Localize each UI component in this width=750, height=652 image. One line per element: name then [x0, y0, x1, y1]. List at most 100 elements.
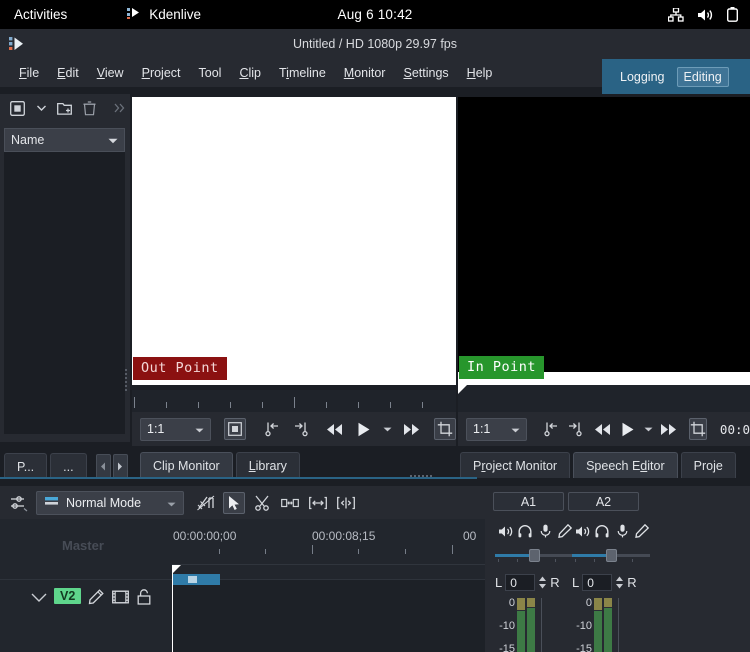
mixer-channel-a2-button[interactable]: A2: [568, 492, 639, 511]
razor-tool-icon[interactable]: [251, 492, 273, 514]
clip-monitor-zoom-select[interactable]: 1:1: [140, 418, 211, 441]
volume-icon[interactable]: [697, 8, 714, 22]
clip-monitor-seekbar[interactable]: [132, 390, 456, 412]
record-mic-icon[interactable]: [537, 523, 553, 539]
effects-icon[interactable]: [634, 523, 650, 539]
dock-drag-grip[interactable]: [410, 473, 436, 478]
timeline-settings-icon[interactable]: [8, 492, 30, 514]
set-in-point-icon[interactable]: [261, 418, 283, 440]
zone-crop-icon[interactable]: [689, 418, 707, 440]
chevron-down-icon[interactable]: [108, 133, 118, 147]
project-monitor-zoom-select[interactable]: 1:1: [466, 418, 527, 441]
mute-speaker-icon[interactable]: [574, 523, 590, 539]
clock[interactable]: Aug 6 10:42: [337, 7, 412, 22]
slip-tool-icon[interactable]: [307, 492, 329, 514]
bin-column-header-name[interactable]: Name: [4, 128, 125, 152]
mute-speaker-icon[interactable]: [497, 523, 513, 539]
timeline-zone-handle[interactable]: [188, 576, 197, 583]
mixer-a1-pan-value[interactable]: 0: [505, 574, 535, 591]
rewind-icon[interactable]: [324, 418, 346, 440]
menu-monitor-label: onitor: [354, 66, 385, 80]
menu-view[interactable]: View: [88, 63, 133, 83]
mixer-a1-volume-slider[interactable]: [495, 548, 573, 562]
timeline-ruler[interactable]: 00:00:00;00 00:00:08;15 00: [172, 519, 485, 565]
mixer-a2-pan-value[interactable]: 0: [582, 574, 612, 591]
play-icon[interactable]: [619, 418, 637, 440]
monitor-headphone-icon[interactable]: [594, 523, 610, 539]
snap-magnet-icon[interactable]: [195, 492, 217, 514]
track-clip-area-v2[interactable]: [173, 580, 485, 652]
activities-button[interactable]: Activities: [14, 7, 67, 22]
tab-project-monitor[interactable]: Project Monitor: [460, 452, 570, 478]
new-folder-icon[interactable]: [56, 99, 74, 117]
clip-monitor-video[interactable]: [132, 97, 456, 385]
effects-icon[interactable]: [557, 523, 573, 539]
chevron-right-icon[interactable]: [113, 454, 128, 479]
forward-icon[interactable]: [400, 418, 422, 440]
menu-file[interactable]: File: [10, 63, 48, 83]
video-icon[interactable]: [111, 588, 129, 606]
mixer-a2-pan-stepper[interactable]: [615, 576, 624, 589]
tab-clip-monitor[interactable]: Clip Monitor: [140, 452, 233, 478]
bin-tab-more[interactable]: ...: [50, 453, 86, 479]
panel-resize-grip[interactable]: [124, 369, 129, 391]
menu-help[interactable]: Help: [458, 63, 502, 83]
tab-project-notes[interactable]: Proje: [681, 452, 736, 478]
layout-logging-button[interactable]: Logging: [616, 68, 669, 86]
spacer-tool-icon[interactable]: [279, 492, 301, 514]
play-dropdown-icon[interactable]: [643, 418, 653, 440]
delete-icon[interactable]: [80, 99, 98, 117]
mixer-a1-pan-stepper[interactable]: [538, 576, 547, 589]
ripple-tool-icon[interactable]: [335, 492, 357, 514]
menu-monitor[interactable]: Monitor: [335, 63, 395, 83]
timeline-edit-mode-select[interactable]: Normal Mode: [36, 491, 184, 515]
project-monitor-seekbar[interactable]: [458, 385, 750, 412]
tab-library[interactable]: Library: [236, 452, 300, 478]
track-header-v2[interactable]: V2: [0, 580, 172, 652]
menu-settings[interactable]: Settings: [394, 63, 457, 83]
expand-icon[interactable]: [110, 99, 128, 117]
mixer-a1-meter-ruler: [541, 598, 542, 652]
menu-monitor-acc: M: [344, 66, 354, 80]
mixer-channel-a1-button[interactable]: A1: [493, 492, 564, 511]
selection-tool-icon[interactable]: [223, 492, 245, 514]
mixer-a2-volume-slider[interactable]: [572, 548, 650, 562]
project-monitor-video[interactable]: [458, 97, 750, 372]
fullscreen-icon[interactable]: [224, 418, 246, 440]
menu-edit[interactable]: Edit: [48, 63, 88, 83]
chevron-down-icon[interactable]: [32, 99, 50, 117]
bin-clip-list[interactable]: [4, 152, 125, 434]
play-dropdown-icon[interactable]: [381, 418, 393, 440]
tab-speech-editor[interactable]: Speech Editor: [573, 452, 678, 478]
menu-project[interactable]: Project: [133, 63, 190, 83]
menu-timeline[interactable]: Timeline: [270, 63, 335, 83]
timeline-playhead-cursor[interactable]: [172, 565, 181, 574]
set-out-point-icon[interactable]: [290, 418, 312, 440]
menu-tool[interactable]: Tool: [190, 63, 231, 83]
layout-editing-button[interactable]: Editing: [677, 67, 729, 87]
battery-icon[interactable]: [727, 7, 738, 22]
effects-icon[interactable]: [87, 588, 105, 606]
chevron-down-icon[interactable]: [511, 422, 520, 436]
set-out-point-icon[interactable]: [566, 418, 584, 440]
chevron-down-icon[interactable]: [195, 422, 204, 436]
chevron-down-icon[interactable]: [167, 496, 176, 510]
record-mic-icon[interactable]: [614, 523, 630, 539]
lock-icon[interactable]: [135, 588, 153, 606]
project-monitor-timecode[interactable]: 00:0: [720, 422, 750, 437]
project-monitor-playhead[interactable]: [458, 385, 467, 394]
monitor-headphone-icon[interactable]: [517, 523, 533, 539]
set-in-point-icon[interactable]: [542, 418, 560, 440]
rewind-icon[interactable]: [594, 418, 612, 440]
play-icon[interactable]: [353, 418, 375, 440]
active-app-indicator[interactable]: Kdenlive: [127, 7, 201, 23]
zone-crop-icon[interactable]: [434, 418, 456, 440]
chevron-down-icon[interactable]: [30, 588, 48, 606]
track-name-label[interactable]: V2: [54, 588, 81, 604]
forward-icon[interactable]: [660, 418, 678, 440]
chevron-left-icon[interactable]: [96, 454, 111, 479]
bin-tab-project[interactable]: P...: [4, 453, 47, 479]
menu-clip[interactable]: Clip: [230, 63, 270, 83]
network-icon[interactable]: [668, 8, 684, 22]
add-clip-icon[interactable]: [8, 99, 26, 117]
